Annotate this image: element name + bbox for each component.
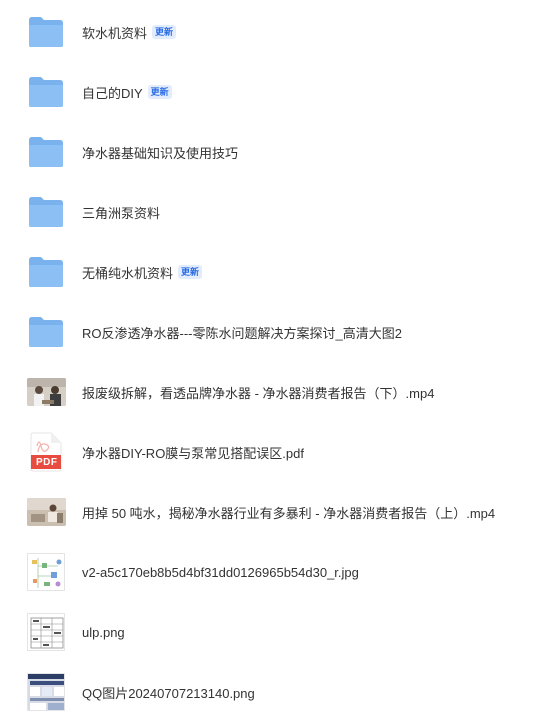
- file-row-pdf[interactable]: PDF 净水器DIY-RO膜与泵常见搭配误区.pdf: [0, 422, 549, 482]
- file-name: 报废级拆解，看透品牌净水器 - 净水器消费者报告（下）.mp4: [82, 362, 434, 422]
- file-name-text: 净水器DIY-RO膜与泵常见搭配误区.pdf: [82, 445, 304, 461]
- file-name: v2-a5c170eb8b5d4bf31dd0126965b54d30_r.jp…: [82, 542, 359, 602]
- update-badge: 更新: [152, 25, 177, 39]
- file-row-image[interactable]: QQ图片20240707213140.png: [0, 662, 549, 722]
- file-row-image[interactable]: ulp.png: [0, 602, 549, 662]
- folder-icon: [26, 312, 66, 352]
- folder-icon: [26, 252, 66, 292]
- file-name-text: 三角洲泵资料: [82, 205, 161, 221]
- update-badge: 更新: [147, 85, 172, 99]
- file-name-text: ulp.png: [82, 624, 125, 640]
- file-row-folder[interactable]: 三角洲泵资料: [0, 182, 549, 242]
- file-name-text: 用掉 50 吨水，揭秘净水器行业有多暴利 - 净水器消费者报告（上）.mp4: [82, 505, 496, 521]
- file-name: 净水器基础知识及使用技巧: [82, 122, 238, 182]
- file-row-folder[interactable]: 自己的DIY 更新: [0, 62, 549, 122]
- file-name: 自己的DIY 更新: [82, 62, 172, 122]
- file-list: 软水机资料 更新 自己的DIY 更新 净水器基础知识及使用技巧 三角洲泵资料 无…: [0, 0, 549, 718]
- folder-icon: [26, 192, 66, 232]
- file-row-folder[interactable]: RO反渗透净水器---零陈水问题解决方案探讨_高清大图2: [0, 302, 549, 362]
- file-name-text: 自己的DIY: [82, 85, 143, 101]
- pdf-file-icon: PDF: [26, 432, 66, 472]
- file-name-text: RO反渗透净水器---零陈水问题解决方案探讨_高清大图2: [82, 325, 402, 341]
- update-badge: 更新: [178, 265, 203, 279]
- video-thumbnail: [26, 492, 66, 532]
- video-thumbnail: [26, 372, 66, 412]
- image-thumbnail: [26, 552, 66, 592]
- image-thumbnail: [26, 672, 66, 712]
- file-name-text: QQ图片20240707213140.png: [82, 685, 255, 701]
- file-row-folder[interactable]: 无桶纯水机资料 更新: [0, 242, 549, 302]
- file-name: 无桶纯水机资料 更新: [82, 242, 203, 302]
- file-name-text: 无桶纯水机资料: [82, 265, 174, 281]
- folder-icon: [26, 132, 66, 172]
- file-row-folder[interactable]: 净水器基础知识及使用技巧: [0, 122, 549, 182]
- file-name: 软水机资料 更新: [82, 2, 177, 62]
- file-name: 净水器DIY-RO膜与泵常见搭配误区.pdf: [82, 422, 304, 482]
- file-row-video[interactable]: 用掉 50 吨水，揭秘净水器行业有多暴利 - 净水器消费者报告（上）.mp4: [0, 482, 549, 542]
- file-name-text: v2-a5c170eb8b5d4bf31dd0126965b54d30_r.jp…: [82, 564, 359, 580]
- pdf-icon-label: PDF: [36, 457, 58, 468]
- file-name: ulp.png: [82, 602, 125, 662]
- file-name-text: 报废级拆解，看透品牌净水器 - 净水器消费者报告（下）.mp4: [82, 385, 435, 401]
- file-name: 用掉 50 吨水，揭秘净水器行业有多暴利 - 净水器消费者报告（上）.mp4: [82, 482, 495, 542]
- file-name-text: 软水机资料: [82, 25, 148, 41]
- folder-icon: [26, 72, 66, 112]
- image-thumbnail: [26, 612, 66, 652]
- file-name: 三角洲泵资料: [82, 182, 160, 242]
- file-row-image[interactable]: v2-a5c170eb8b5d4bf31dd0126965b54d30_r.jp…: [0, 542, 549, 602]
- file-name: RO反渗透净水器---零陈水问题解决方案探讨_高清大图2: [82, 302, 402, 362]
- file-name-text: 净水器基础知识及使用技巧: [82, 145, 239, 161]
- folder-icon: [26, 12, 66, 52]
- file-name: QQ图片20240707213140.png: [82, 662, 255, 722]
- file-row-video[interactable]: 报废级拆解，看透品牌净水器 - 净水器消费者报告（下）.mp4: [0, 362, 549, 422]
- file-row-folder[interactable]: 软水机资料 更新: [0, 2, 549, 62]
